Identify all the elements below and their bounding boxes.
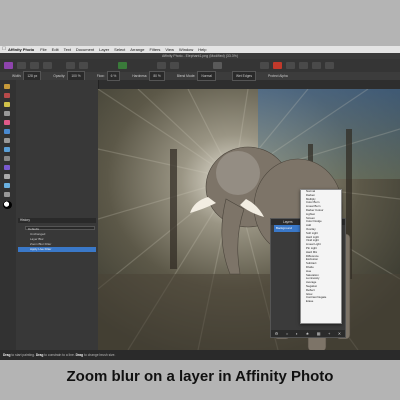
photo-persona-icon[interactable]: [4, 62, 13, 69]
tone-mapping-persona-icon[interactable]: [43, 62, 52, 69]
record-icon[interactable]: [273, 62, 282, 69]
toolbar-button-icon[interactable]: [260, 62, 269, 69]
menu-app-name[interactable]: Affinity Photo: [8, 46, 34, 53]
list-item[interactable]: Apply Live Filter: [18, 247, 96, 252]
menu-text[interactable]: Text: [64, 46, 71, 53]
toolbar-button-icon[interactable]: [170, 62, 179, 69]
develop-persona-icon[interactable]: [30, 62, 39, 69]
dodge-tool-icon[interactable]: [4, 156, 10, 161]
toolbar-button-icon[interactable]: [286, 62, 295, 69]
status-text-1: to start painting.: [11, 353, 35, 357]
toolbar-button-icon[interactable]: [325, 62, 334, 69]
crop-tool-icon[interactable]: [4, 93, 10, 98]
menu-filters[interactable]: Filters: [150, 46, 161, 53]
settings-icon[interactable]: ⚙: [275, 331, 279, 336]
left-panel: [16, 80, 99, 350]
status-key-3: Drag: [75, 353, 84, 357]
add-layer-icon[interactable]: +: [328, 331, 330, 336]
toolbar-button-icon[interactable]: [299, 62, 308, 69]
paint-brush-icon[interactable]: [4, 120, 10, 125]
status-text-3: to change brush size.: [84, 353, 116, 357]
history-panel-header[interactable]: History: [18, 218, 96, 223]
hardness-label: Hardness:: [132, 74, 148, 78]
move-tool-icon[interactable]: [4, 84, 10, 89]
marquee-tool-icon[interactable]: [4, 111, 10, 116]
hardness-field[interactable]: 80 %: [149, 71, 165, 81]
history-list: Unchanged Layer Blur Zoom Blur Filter Ap…: [18, 232, 96, 252]
zoom-blurred-elephant-photo: [98, 89, 400, 350]
toolbar-button-icon[interactable]: [157, 62, 166, 69]
menu-document[interactable]: Document: [76, 46, 94, 53]
menu-file[interactable]: File: [40, 46, 46, 53]
status-text-2: to constrain to a line.: [44, 353, 75, 357]
toolbar-button-icon[interactable]: [312, 62, 321, 69]
color-wheel-icon[interactable]: [118, 62, 127, 69]
blend-mode-dropdown[interactable]: Normal Darken Multiply Color Burn Linear…: [300, 189, 342, 324]
image-caption: Zoom blur on a layer in Affinity Photo: [66, 368, 334, 385]
clone-tool-icon[interactable]: [4, 138, 10, 143]
text-tool-icon[interactable]: [4, 174, 10, 179]
apple-icon[interactable]: : [0, 46, 8, 53]
toolbar-button-icon[interactable]: [66, 62, 75, 69]
app-frame:  Affinity Photo File Edit Text Document…: [0, 46, 400, 360]
blend-mode-label: Blend Mode:: [176, 74, 196, 78]
group-icon[interactable]: ▦: [317, 331, 321, 336]
history-select[interactable]: Defaults: [25, 226, 95, 231]
healing-tool-icon[interactable]: [4, 147, 10, 152]
flow-field[interactable]: 6 %: [106, 71, 121, 81]
menu-layer[interactable]: Layer: [99, 46, 109, 53]
selection-brush-icon[interactable]: [4, 102, 10, 107]
protect-alpha-toggle[interactable]: Protect Alpha: [268, 74, 288, 78]
opacity-label: Opacity:: [53, 74, 66, 78]
menu-edit[interactable]: Edit: [52, 46, 59, 53]
flow-label: Flow:: [96, 74, 105, 78]
document-canvas[interactable]: [98, 89, 400, 350]
liquify-persona-icon[interactable]: [17, 62, 26, 69]
color-swatch-icon[interactable]: [3, 201, 12, 209]
menu-select[interactable]: Select: [114, 46, 125, 53]
shape-tool-icon[interactable]: [4, 183, 10, 188]
menu-view[interactable]: View: [165, 46, 174, 53]
zoom-tool-icon[interactable]: [4, 192, 10, 197]
menu-window[interactable]: Window: [179, 46, 193, 53]
menubar:  Affinity Photo File Edit Text Document…: [0, 46, 400, 53]
toolbar-button-icon[interactable]: [79, 62, 88, 69]
layers-footer: ⚙ ○ ◐ ★ ▦ + ✕: [271, 330, 345, 337]
pen-tool-icon[interactable]: [4, 165, 10, 170]
delete-layer-icon[interactable]: ✕: [338, 331, 341, 336]
size-label: Width:: [12, 74, 22, 78]
blend-option[interactable]: Erase: [301, 299, 341, 304]
adjustment-icon[interactable]: ◐: [296, 331, 298, 336]
blend-mode-select[interactable]: Normal: [197, 71, 216, 81]
status-key-1: Drag: [3, 353, 11, 357]
tools-panel: [0, 80, 16, 350]
quick-mask-icon[interactable]: [213, 62, 222, 69]
mask-icon[interactable]: ○: [286, 331, 288, 336]
wet-edges-toggle[interactable]: Wet Edges: [231, 71, 257, 81]
live-filter-icon[interactable]: ★: [306, 331, 310, 336]
status-key-2: Drag: [35, 353, 44, 357]
context-toolbar: Width: 128 px Opacity: 100 % Flow: 6 % Hard…: [0, 71, 400, 81]
menu-help[interactable]: Help: [198, 46, 206, 53]
menu-arrange[interactable]: Arrange: [130, 46, 144, 53]
fill-tool-icon[interactable]: [4, 129, 10, 134]
status-bar: Drag to start painting. Drag to constrai…: [0, 350, 400, 360]
